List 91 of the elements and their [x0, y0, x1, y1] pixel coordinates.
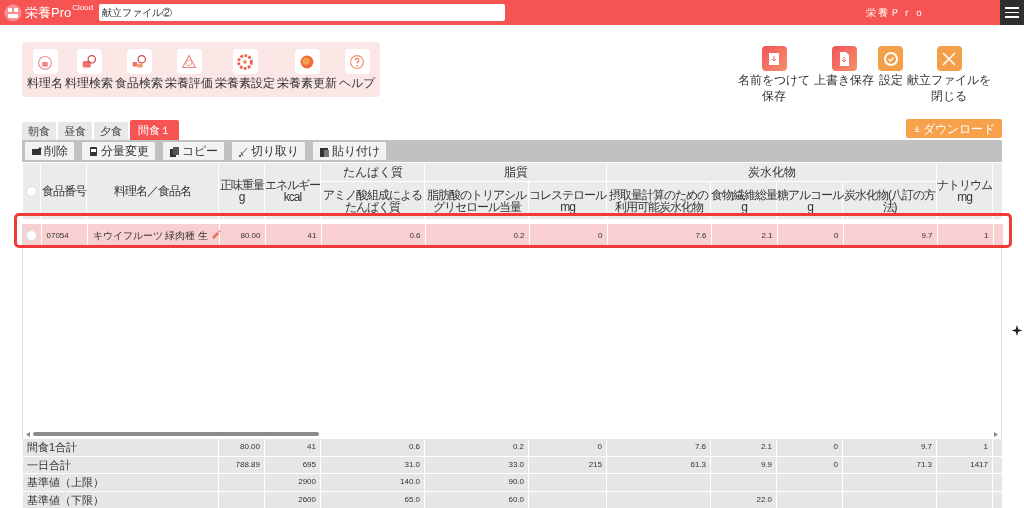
file-name-field[interactable]: 献立ファイル②	[99, 4, 506, 21]
table-cell: 90.0	[508, 477, 524, 487]
table-cell: 0.2	[513, 230, 525, 240]
column-header: エネルギー kcal	[265, 179, 320, 203]
table-cell: 7.6	[695, 230, 707, 240]
food-icon	[210, 230, 221, 240]
row-label: 一日合計	[27, 458, 71, 471]
logo-superscript: Cloud	[72, 3, 94, 12]
toolbar-icon	[31, 145, 42, 157]
column-header: ナトリウム mg	[937, 179, 992, 203]
table-cell: 695	[302, 459, 316, 469]
column-group-header: たんぱく質	[342, 165, 403, 179]
download-icon	[913, 125, 920, 132]
toolbar-icon	[319, 145, 330, 157]
tool-button[interactable]: 食品検索	[114, 49, 164, 97]
table-cell: 2600	[298, 494, 316, 504]
column-header: アミノ酸組成による たんぱく質	[323, 188, 422, 213]
table-cell: 33.0	[508, 459, 524, 469]
toolbar-icon	[169, 145, 180, 157]
tab[interactable]: 朝食	[22, 122, 56, 140]
table-cell: 07054	[46, 230, 69, 240]
table-cell: 0	[598, 230, 603, 240]
row-label: 基準値（下限）	[27, 493, 104, 506]
row-label: 基準値（上限）	[27, 476, 104, 488]
column-group-header: 脂質	[503, 165, 528, 179]
table-cell: 0.6	[408, 442, 420, 452]
action-button[interactable]: 上書き保存	[813, 46, 875, 115]
app-name: 栄養Ｐｒｏ	[866, 6, 926, 20]
tab[interactable]: 昼食	[58, 122, 92, 140]
table-cell: 7.6	[694, 442, 706, 452]
toolbar-button[interactable]: 貼り付け	[313, 142, 386, 160]
tool-button[interactable]: 料理検索	[64, 49, 114, 97]
tool-button[interactable]: 料理名	[26, 49, 64, 97]
action-button[interactable]: 設定	[877, 46, 904, 115]
tool-button[interactable]: 栄養素更新	[276, 49, 338, 97]
column-group-header: 炭水化物	[747, 165, 796, 179]
tool-button[interactable]: 栄養評価	[164, 49, 214, 97]
table-cell: 41	[307, 442, 316, 452]
table-cell: 80.00	[240, 442, 260, 452]
table-cell: 0	[833, 442, 838, 452]
table-cell: 0.2	[512, 442, 524, 452]
select-all-radio[interactable]	[26, 185, 37, 197]
table-cell: 0.6	[409, 230, 421, 240]
table-cell: 0	[833, 459, 838, 469]
table-cell: 1417	[970, 459, 988, 469]
row-label: 間食1合計	[27, 441, 78, 453]
table-cell: 2.1	[761, 230, 773, 240]
toolbar-button[interactable]: 削除	[25, 142, 74, 160]
column-header: 料理名／食品名	[114, 185, 191, 197]
table-cell: 41	[307, 230, 317, 240]
table-cell: 9.9	[760, 459, 772, 469]
table-cell: 0	[834, 230, 839, 240]
table-cell: 2.1	[760, 442, 772, 452]
table-cell: 71.3	[916, 459, 932, 469]
action-button[interactable]: 名前をつけて 保存	[737, 46, 811, 115]
scroll-left-icon[interactable]	[26, 431, 30, 437]
scroll-right-icon[interactable]	[994, 431, 998, 437]
table-cell: 0	[597, 442, 602, 452]
column-header: 正味重量 g	[219, 179, 264, 203]
column-header: 食品番号	[41, 185, 86, 197]
table-cell: 80.00	[240, 230, 261, 240]
scrollbar-thumb[interactable]	[33, 432, 319, 436]
table-cell: 61.3	[690, 459, 706, 469]
table-cell: キウイフルーツ 緑肉種 生	[92, 230, 209, 241]
logo-text: 栄養Pro	[25, 6, 72, 19]
column-header: 摂取量計算のための 利用可能炭水化物	[609, 188, 708, 213]
table-cell: 22.0	[756, 494, 772, 504]
tool-button[interactable]: 栄養素設定	[214, 49, 276, 97]
toolbar-button[interactable]: 分量変更	[82, 142, 155, 160]
table-cell: 1	[983, 442, 988, 452]
tool-button[interactable]: ヘルプ	[338, 49, 376, 97]
table-cell: 31.0	[404, 459, 420, 469]
column-header: 脂肪酸のトリアシル グリセロール当量	[427, 188, 526, 213]
table-cell: 60.0	[508, 494, 524, 504]
toolbar-icon	[88, 145, 99, 157]
table-cell: 788.89	[235, 459, 260, 469]
table-cell: 1	[984, 230, 989, 240]
tab[interactable]: 夕食	[94, 122, 128, 140]
toolbar-button[interactable]: コピー	[163, 142, 224, 160]
row-radio[interactable]	[26, 230, 38, 241]
table-cell: 9.7	[920, 442, 932, 452]
toolbar-icon	[238, 145, 249, 157]
menu-icon[interactable]	[1000, 0, 1024, 25]
action-button[interactable]: 献立ファイルを 閉じる	[906, 46, 992, 115]
table-cell: 140.0	[400, 477, 420, 487]
logo-icon	[4, 3, 22, 22]
table-cell: 9.7	[921, 230, 933, 240]
toolbar-button[interactable]: 切り取り	[232, 142, 305, 160]
table-cell: 65.0	[404, 494, 420, 504]
table-cell: 2900	[298, 477, 316, 487]
table-cell: 215	[588, 459, 602, 469]
